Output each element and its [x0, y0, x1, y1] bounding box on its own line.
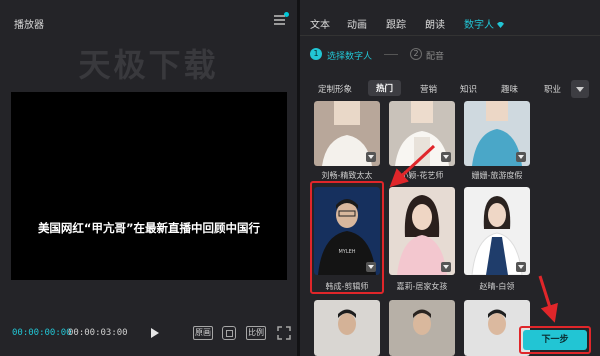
original-quality-button[interactable]: 原画: [193, 326, 213, 340]
category-fun[interactable]: 趣味: [501, 83, 518, 95]
player-header: 播放器: [0, 6, 297, 36]
avatar-label: 小颖-花艺师: [400, 171, 444, 180]
avatar-card[interactable]: 刘畅-精致太太: [314, 101, 380, 181]
watermark: 天极下载: [78, 46, 219, 84]
avatar-label: 嘉莉-居家女孩: [396, 282, 448, 291]
step-1-label[interactable]: 选择数字人: [327, 49, 372, 62]
download-icon[interactable]: [516, 152, 526, 162]
avatar-label: 赵晴-白领: [479, 282, 515, 291]
video-subtitle: 美国网红“甲亢哥”在最新直播中回顾中国行: [37, 221, 261, 235]
tab-animation[interactable]: 动画: [347, 16, 367, 31]
top-tabs: 文本 动画 跟踪 朗读 数字人: [300, 8, 600, 36]
tab-tracking[interactable]: 跟踪: [386, 16, 406, 31]
player-title: 播放器: [14, 20, 44, 31]
avatar-label: 刘畅-精致太太: [321, 171, 373, 180]
download-icon[interactable]: [366, 152, 376, 162]
tab-digital-human-label: 数字人: [464, 20, 494, 31]
category-tabs: 定制形象 热门 营销 知识 趣味 职业: [300, 80, 600, 98]
player-panel: 播放器 天极下载 美国网红“甲亢哥”在最新直播中回顾中国行 00:00:00:0…: [0, 0, 297, 356]
selection-highlight: [310, 181, 384, 294]
download-icon[interactable]: [441, 262, 451, 272]
download-icon[interactable]: [516, 262, 526, 272]
diamond-icon: [497, 22, 504, 28]
category-career[interactable]: 职业: [544, 83, 561, 95]
fullscreen-icon[interactable]: [277, 326, 291, 340]
avatar-image: [314, 300, 380, 356]
next-step-button[interactable]: 下一步: [523, 330, 587, 350]
avatar-card[interactable]: 小颖-花艺师: [389, 101, 455, 181]
tab-read-aloud[interactable]: 朗读: [425, 16, 445, 31]
step-indicator: 1 选择数字人 2 配音: [300, 46, 600, 64]
category-knowledge[interactable]: 知识: [460, 83, 477, 95]
avatar-card[interactable]: 赵晴-白领: [464, 187, 530, 292]
playback-controls: 00:00:00:00 00:00:03:00 原画 比例: [0, 322, 297, 348]
total-time: 00:00:03:00: [68, 328, 128, 338]
step-1-number: 1: [310, 48, 322, 60]
category-hot[interactable]: 热门: [368, 80, 402, 96]
category-marketing[interactable]: 营销: [420, 83, 437, 95]
video-preview[interactable]: 美国网红“甲亢哥”在最新直播中回顾中国行: [11, 92, 287, 280]
focus-icon[interactable]: [222, 326, 236, 340]
menu-icon[interactable]: [274, 15, 285, 25]
current-time: 00:00:00:00: [12, 328, 72, 338]
ratio-button[interactable]: 比例: [246, 326, 266, 340]
step-2-number: 2: [410, 48, 422, 60]
tab-text[interactable]: 文本: [310, 16, 330, 31]
category-custom[interactable]: 定制形象: [318, 83, 352, 95]
play-icon[interactable]: [151, 328, 159, 338]
avatar-image: [389, 300, 455, 356]
avatar-card[interactable]: [389, 300, 455, 356]
avatar-card[interactable]: 姗姗-旅游度假: [464, 101, 530, 181]
step-connector: [384, 54, 398, 55]
category-dropdown-icon[interactable]: [571, 80, 589, 98]
tab-digital-human[interactable]: 数字人: [464, 16, 504, 31]
avatar-card[interactable]: 嘉莉-居家女孩: [389, 187, 455, 292]
avatar-card[interactable]: [314, 300, 380, 356]
step-2-label[interactable]: 配音: [426, 49, 444, 62]
download-icon[interactable]: [441, 152, 451, 162]
avatar-label: 姗姗-旅游度假: [471, 171, 523, 180]
